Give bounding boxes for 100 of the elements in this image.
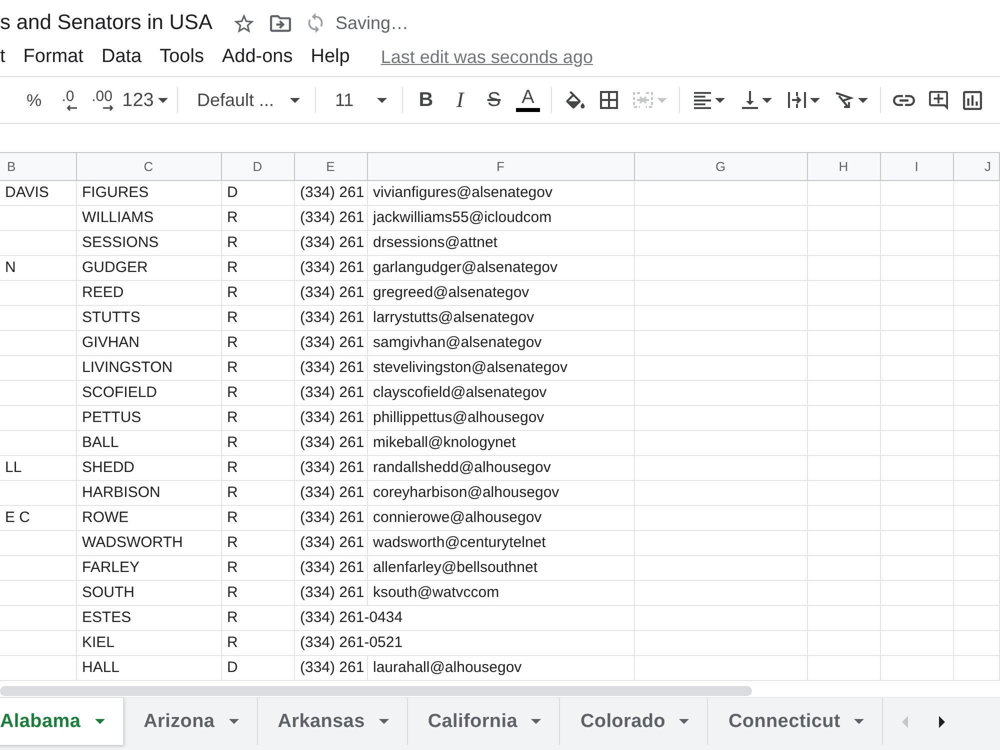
table-cell: R	[222, 606, 295, 631]
sheet-tab[interactable]: Arizona	[124, 698, 258, 745]
strikethrough-button[interactable]: S	[478, 83, 510, 117]
increase-decimal-button[interactable]: .00	[86, 83, 118, 117]
table-cell: SCOFIELD	[77, 381, 222, 406]
column-header[interactable]: E	[295, 152, 368, 181]
menu-item[interactable]: t	[0, 45, 14, 69]
star-icon[interactable]	[234, 14, 254, 32]
sheet-tab[interactable]: California	[408, 698, 560, 745]
number-format-select[interactable]: 123	[120, 83, 170, 117]
font-size-select[interactable]: 11	[323, 83, 395, 117]
table-cell: R	[222, 356, 295, 381]
column-header[interactable]: B	[0, 152, 77, 181]
table-cell: (334) 261	[295, 256, 368, 281]
menu-item[interactable]: Format	[14, 45, 92, 69]
last-edit-link[interactable]: Last edit was seconds ago	[380, 45, 593, 69]
table-cell: LIVINGSTON	[77, 356, 222, 381]
column-header[interactable]: I	[881, 152, 954, 181]
caret-icon	[228, 719, 239, 724]
column-header[interactable]: H	[808, 152, 881, 181]
table-cell: ROWE	[77, 506, 222, 531]
table-cell: R	[222, 431, 295, 456]
table-cell: FARLEY	[77, 556, 222, 581]
paint-bucket-icon	[566, 91, 584, 109]
table-cell: (334) 261	[295, 531, 368, 556]
sheet-tab[interactable]: Arkansas	[258, 698, 408, 745]
table-cell: D	[222, 656, 295, 681]
triangle-right-icon	[939, 716, 946, 728]
menu-item[interactable]: Tools	[150, 45, 213, 69]
color-swatch-icon	[516, 108, 540, 112]
italic-button[interactable]: I	[444, 83, 476, 117]
align-bottom-icon	[742, 91, 758, 109]
table-cell: (334) 261	[295, 656, 368, 681]
grid-icon	[600, 91, 618, 109]
table-cell: R	[222, 531, 295, 556]
table-cell: gregreed@alsenategov	[368, 281, 635, 306]
empty-cell	[954, 606, 1000, 631]
table-cell: R	[222, 256, 295, 281]
add-comment-icon	[928, 90, 948, 110]
bold-button[interactable]: B	[410, 83, 442, 117]
document-title[interactable]: s and Senators in USA	[0, 11, 212, 35]
empty-cell	[954, 631, 1000, 656]
horizontal-scrollbar[interactable]	[0, 686, 752, 696]
table-cell: SESSIONS	[77, 231, 222, 256]
caret-icon	[854, 719, 864, 724]
empty-cell	[954, 556, 1000, 581]
empty-cell	[954, 381, 1000, 406]
font-select[interactable]: Default ...	[185, 83, 308, 117]
table-cell: STUTTS	[77, 306, 222, 331]
folder-arrow-icon[interactable]	[270, 14, 292, 32]
table-cell: connierowe@alhousegov	[368, 506, 635, 531]
table-cell: laurahall@alhousegov	[368, 656, 635, 681]
table-cell: vivianfigures@alsenategov	[368, 181, 635, 206]
table-cell: randallshedd@alhousegov	[368, 456, 635, 481]
table-cell: R	[222, 281, 295, 306]
table-cell: DAVIS	[0, 181, 77, 206]
column-header[interactable]: G	[635, 152, 808, 181]
empty-cell	[954, 656, 1000, 681]
table-cell: R	[222, 206, 295, 231]
save-status: Saving…	[335, 12, 408, 34]
empty-cell	[954, 581, 1000, 606]
table-cell: (334) 261	[295, 556, 368, 581]
table-cell: samgivhan@alsenategov	[368, 331, 635, 356]
percent-format-button[interactable]: %	[18, 83, 50, 117]
table-cell: R	[222, 331, 295, 356]
column-header[interactable]: D	[222, 152, 295, 181]
table-cell: (334) 261	[295, 381, 368, 406]
link-icon	[893, 94, 915, 106]
menu-item[interactable]: Data	[92, 45, 151, 69]
table-cell: R	[222, 506, 295, 531]
table-cell: R	[222, 581, 295, 606]
menu-item[interactable]: Add-ons	[212, 45, 302, 69]
merge-cells-icon	[632, 92, 652, 108]
table-cell: HALL	[77, 656, 222, 681]
sheet-tab[interactable]: Connecticut	[708, 698, 884, 745]
sheet-tab[interactable]: Colorado	[560, 698, 708, 745]
table-cell: stevelivingston@alsenategov	[368, 356, 635, 381]
table-cell: R	[222, 306, 295, 331]
column-header[interactable]: F	[368, 152, 635, 181]
table-cell: wadsworth@centurytelnet	[368, 531, 635, 556]
table-cell: garlangudger@alsenategov	[368, 256, 635, 281]
text-color-button[interactable]: A	[512, 83, 544, 117]
table-cell: (334) 261	[295, 281, 368, 306]
empty-cell	[954, 281, 1000, 306]
menu-item[interactable]: Help	[302, 45, 359, 69]
table-cell: larrystutts@alsenategov	[368, 306, 635, 331]
text-wrap-icon	[788, 91, 806, 109]
table-cell: (334) 261	[295, 181, 368, 206]
text-rotate-icon	[834, 91, 854, 109]
table-cell: R	[222, 481, 295, 506]
empty-cell	[954, 456, 1000, 481]
sheet-tab[interactable]: Alabama	[0, 698, 124, 745]
table-cell: KIEL	[77, 631, 222, 656]
table-cell: HARBISON	[77, 481, 222, 506]
table-cell: N	[0, 256, 77, 281]
column-header[interactable]: C	[77, 152, 222, 181]
caret-icon	[94, 719, 105, 724]
table-cell: R	[222, 631, 295, 656]
column-header[interactable]: J	[954, 152, 1000, 181]
decrease-decimal-button[interactable]: .0	[52, 83, 84, 117]
